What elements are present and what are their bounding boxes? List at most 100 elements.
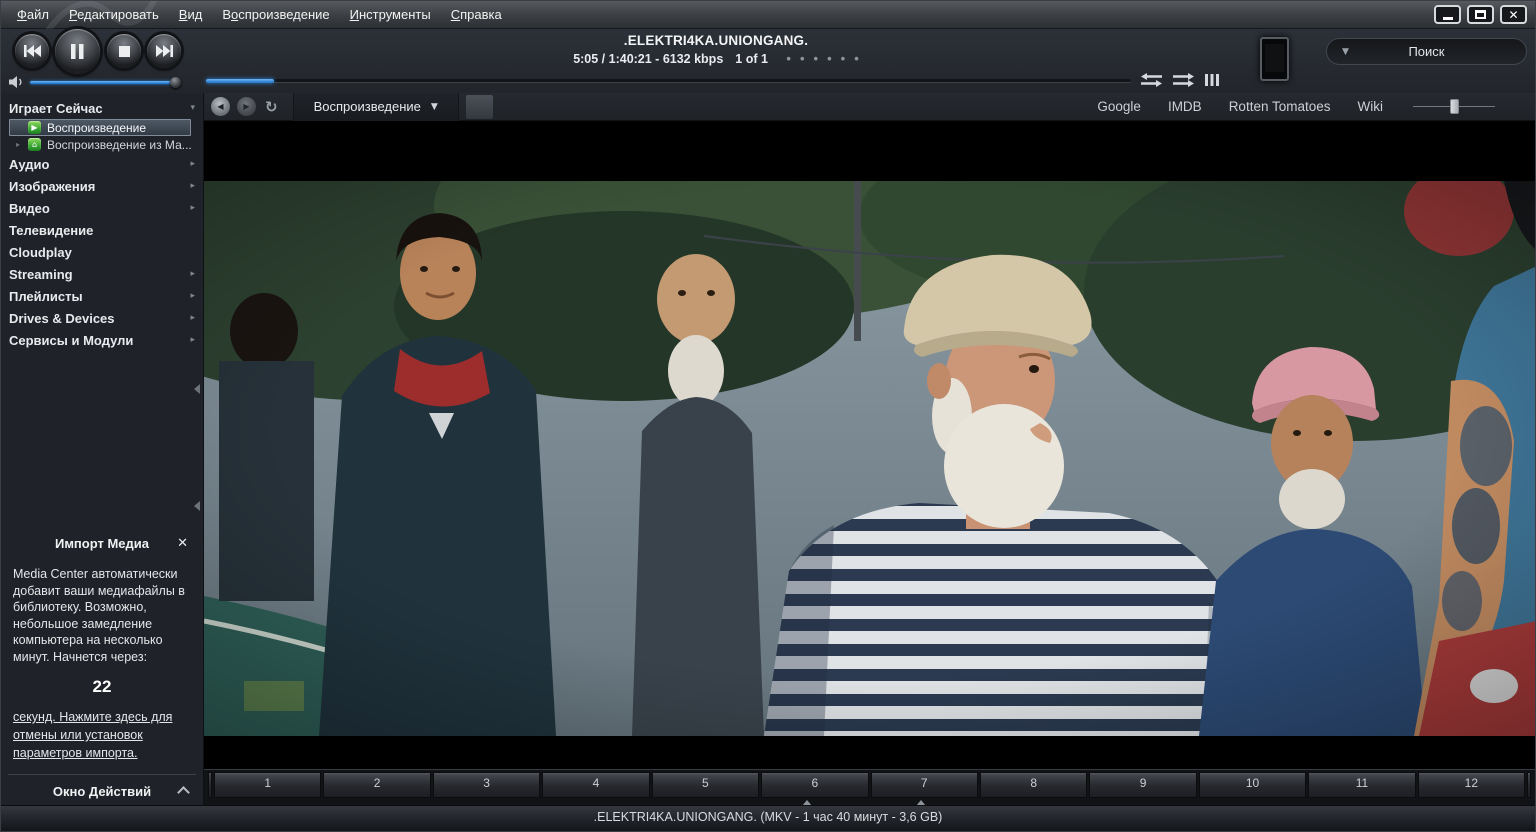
refresh-icon[interactable]: ↻: [265, 98, 278, 116]
chapter-3[interactable]: 3: [433, 772, 540, 798]
chapter-4[interactable]: 4: [542, 772, 649, 798]
collapse-left-icon[interactable]: [194, 384, 200, 394]
chapter-8[interactable]: 8: [980, 772, 1087, 798]
sidebar-section-9[interactable]: Плейлисты▸: [1, 285, 203, 307]
view-extra-button[interactable]: [466, 95, 493, 119]
repeat-icon[interactable]: [1173, 73, 1194, 87]
dot-icon: •: [841, 51, 846, 66]
menu-bar-items: ФайлРедактироватьВидВоспроизведениеИнстр…: [1, 1, 512, 28]
import-panel-title: Импорт Медиа: [55, 536, 149, 551]
link-wiki[interactable]: Wiki: [1358, 99, 1384, 114]
close-icon: ✕: [1508, 9, 1518, 21]
menu-item-Справка[interactable]: Справка: [441, 1, 512, 29]
sidebar-section-label: Drives & Devices: [9, 311, 115, 326]
equalizer-icon[interactable]: [1205, 73, 1219, 87]
navbar-right: Google IMDB Rotten Tomatoes Wiki: [1097, 99, 1535, 114]
now-playing-info: .ELEKTRI4KA.UNIONGANG. 5:05 / 1:40:21 - …: [431, 33, 1001, 66]
minimize-button[interactable]: [1434, 5, 1461, 24]
zoom-thumb[interactable]: [1450, 99, 1459, 114]
link-rotten-tomatoes[interactable]: Rotten Tomatoes: [1229, 99, 1331, 114]
back-button[interactable]: ◀: [211, 97, 230, 116]
maximize-button[interactable]: [1467, 5, 1494, 24]
menu-item-Вид[interactable]: Вид: [169, 1, 213, 29]
sidebar-section-label: Cloudplay: [9, 245, 72, 260]
volume-row: [9, 75, 181, 89]
view-dropdown[interactable]: Воспроизведение ▼: [293, 93, 459, 121]
position-dots[interactable]: ••••••: [777, 51, 858, 66]
video-frame[interactable]: [204, 181, 1535, 736]
chevron-down-icon[interactable]: ▼: [1342, 47, 1349, 57]
chapter-5[interactable]: 5: [652, 772, 759, 798]
volume-slider[interactable]: [30, 77, 181, 88]
sidebar-item-1[interactable]: ▶Воспроизведение: [9, 119, 191, 136]
now-playing-time: 5:05 / 1:40:21 - 6132 kbps1 of 1 ••••••: [431, 51, 1001, 66]
speaker-icon: [9, 76, 25, 88]
previous-button[interactable]: [15, 34, 49, 68]
close-button[interactable]: ✕: [1500, 5, 1527, 24]
device-phone-icon[interactable]: [1260, 37, 1289, 81]
chevron-up-icon[interactable]: [177, 786, 190, 799]
menu-item-Редактировать[interactable]: Редактировать: [59, 1, 169, 29]
dot-icon: •: [800, 51, 805, 66]
import-cancel-link[interactable]: секунд. Нажмите здесь для отмены или уст…: [1, 708, 203, 762]
link-google[interactable]: Google: [1097, 99, 1141, 114]
play-icon: ▶: [28, 121, 41, 134]
link-imdb[interactable]: IMDB: [1168, 99, 1202, 114]
action-window-bar[interactable]: Окно Действий: [1, 777, 203, 805]
sidebar-section-6[interactable]: Телевидение: [1, 219, 203, 241]
volume-knob[interactable]: [170, 77, 181, 88]
menu-item-Воспроизведение[interactable]: Воспроизведение: [212, 1, 339, 29]
chapter-cells: 123456789101112: [204, 772, 1535, 798]
close-icon[interactable]: ✕: [177, 531, 188, 557]
chapter-2[interactable]: 2: [323, 772, 430, 798]
divider: [8, 774, 196, 775]
search-input[interactable]: Поиск: [1349, 44, 1526, 59]
sidebar-section-10[interactable]: Drives & Devices▸: [1, 307, 203, 329]
chevron-right-icon: ▸: [190, 335, 195, 345]
sidebar-section-11[interactable]: Сервисы и Модули▸: [1, 329, 203, 351]
expander-icon[interactable]: ▸: [16, 140, 28, 149]
progress-fill: [206, 79, 274, 83]
pause-button[interactable]: [55, 29, 100, 74]
chapter-12[interactable]: 12: [1418, 772, 1525, 798]
sidebar-section-4[interactable]: Изображения▸: [1, 175, 203, 197]
video-area: [204, 121, 1535, 769]
chapter-1[interactable]: 1: [214, 772, 321, 798]
chapter-stub: [1527, 772, 1531, 798]
next-button[interactable]: [147, 34, 181, 68]
zoom-slider[interactable]: [1413, 99, 1495, 114]
chapter-6[interactable]: 6: [761, 772, 868, 798]
sidebar-section-label: Streaming: [9, 267, 73, 282]
chapter-7[interactable]: 7: [871, 772, 978, 798]
chevron-right-icon: ▸: [190, 269, 195, 279]
chevron-down-icon: ▾: [190, 103, 195, 113]
sidebar-section-label: Изображения: [9, 179, 95, 194]
sidebar-section-0[interactable]: Играет Сейчас▾: [1, 97, 203, 119]
sidebar-section-7[interactable]: Cloudplay: [1, 241, 203, 263]
seek-bar[interactable]: [206, 78, 1131, 86]
time-info: 5:05 / 1:40:21 - 6132 kbps: [573, 52, 723, 66]
previous-icon: [24, 45, 41, 57]
search-box[interactable]: ▼ Поиск: [1326, 38, 1527, 65]
shuffle-icon[interactable]: [1141, 73, 1162, 87]
forward-button[interactable]: ▶: [237, 97, 256, 116]
chapter-11[interactable]: 11: [1308, 772, 1415, 798]
stop-icon: [119, 46, 130, 57]
import-panel-header: Импорт Медиа ✕: [1, 531, 203, 557]
sidebar-section-8[interactable]: Streaming ▸: [1, 263, 203, 285]
chapter-9[interactable]: 9: [1089, 772, 1196, 798]
menu-item-Файл[interactable]: Файл: [7, 1, 59, 29]
chapter-10[interactable]: 10: [1199, 772, 1306, 798]
sidebar-section-5[interactable]: Видео▸: [1, 197, 203, 219]
dot-icon: •: [786, 51, 791, 66]
chevron-right-icon: ▸: [190, 291, 195, 301]
status-bar: .ELEKTRI4KA.UNIONGANG. (MKV - 1 час 40 м…: [1, 805, 1535, 831]
menu-item-Инструменты[interactable]: Инструменты: [340, 1, 441, 29]
collapse-left-icon[interactable]: [194, 501, 200, 511]
sidebar-section-3[interactable]: Аудио▸: [1, 153, 203, 175]
stop-button[interactable]: [107, 34, 141, 68]
sidebar-item-2[interactable]: ▸⌂Воспроизведение из Ма...: [1, 136, 203, 153]
now-playing-title: .ELEKTRI4KA.UNIONGANG.: [431, 33, 1001, 48]
sidebar-section-label: Видео: [9, 201, 50, 216]
minimize-icon: [1443, 17, 1453, 20]
